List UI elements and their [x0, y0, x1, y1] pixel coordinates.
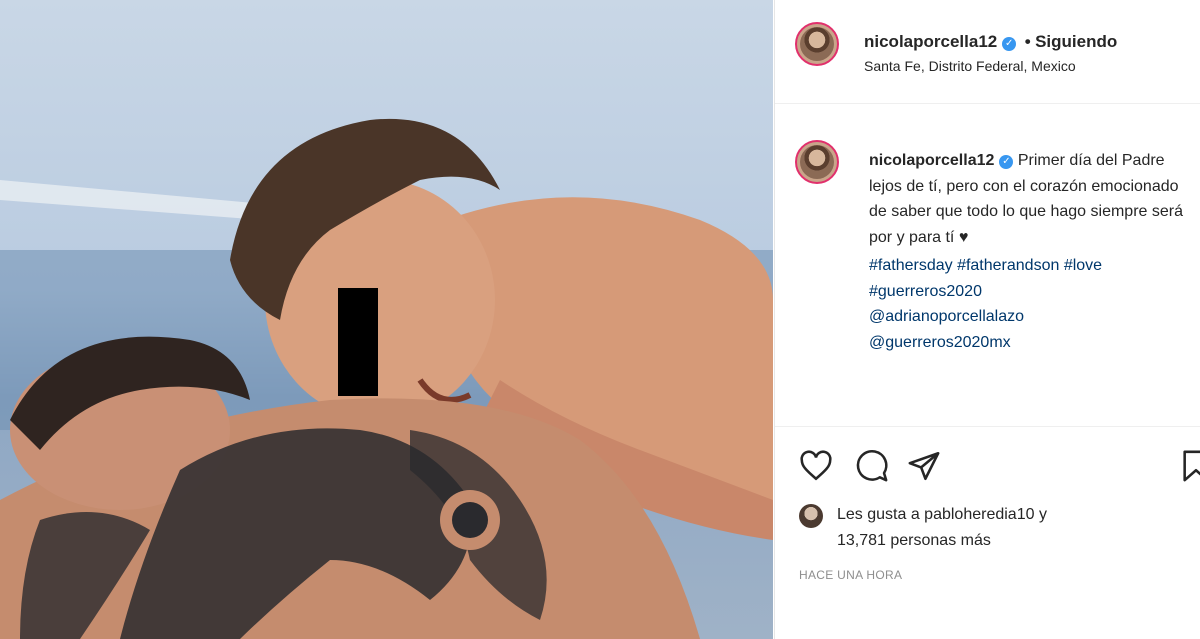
comment-icon[interactable]	[855, 449, 889, 483]
separator-dot: •	[1024, 32, 1031, 51]
author-username[interactable]: nicolaporcella12	[864, 32, 997, 51]
likes-line-2: 13,781 personas más	[837, 532, 991, 549]
bookmark-icon[interactable]	[1179, 449, 1200, 483]
verified-badge-icon: ✓	[999, 155, 1014, 169]
hashtag-link[interactable]: #guerreros2020	[869, 279, 1189, 305]
hashtag-link[interactable]: #fatherandson	[957, 257, 1059, 274]
header-line: nicolaporcella12 ✓ • Siguiendo	[864, 32, 1117, 52]
hashtag-link[interactable]: #fathersday	[869, 257, 953, 274]
caption-section: nicolaporcella12 ✓ Primer día del Padre l…	[775, 104, 1200, 424]
mention-link[interactable]: @adrianoporcellalazo	[869, 304, 1189, 330]
post-details-panel: nicolaporcella12 ✓ • Siguiendo Santa Fe, …	[774, 0, 1200, 639]
likes-text[interactable]: Les gusta a pabloheredia10 y 13,781 pers…	[837, 502, 1197, 554]
liker-avatar[interactable]	[799, 504, 823, 528]
caption-username[interactable]: nicolaporcella12	[869, 152, 994, 169]
likes-line-1: Les gusta a pabloheredia10 y	[837, 506, 1047, 523]
hashtag-line: #fathersday #fatherandson #love	[869, 253, 1189, 279]
post-photo[interactable]	[0, 0, 773, 639]
hashtag-link[interactable]: #love	[1064, 257, 1102, 274]
post-actions-bar	[775, 426, 1200, 497]
post-header: nicolaporcella12 ✓ • Siguiendo Santa Fe, …	[775, 0, 1200, 104]
author-avatar[interactable]	[795, 22, 839, 66]
heart-icon[interactable]	[799, 449, 833, 483]
share-icon[interactable]	[907, 449, 941, 483]
caption-text-block: nicolaporcella12 ✓ Primer día del Padre l…	[869, 148, 1189, 355]
mention-link[interactable]: @guerreros2020mx	[869, 330, 1189, 356]
post-location[interactable]: Santa Fe, Distrito Federal, Mexico	[864, 58, 1076, 74]
following-button[interactable]: Siguiendo	[1035, 32, 1117, 51]
verified-badge-icon: ✓	[1002, 37, 1017, 51]
photo-illustration	[0, 118, 773, 639]
caption-avatar[interactable]	[795, 140, 839, 184]
post-timestamp[interactable]: HACE UNA HORA	[799, 568, 902, 582]
